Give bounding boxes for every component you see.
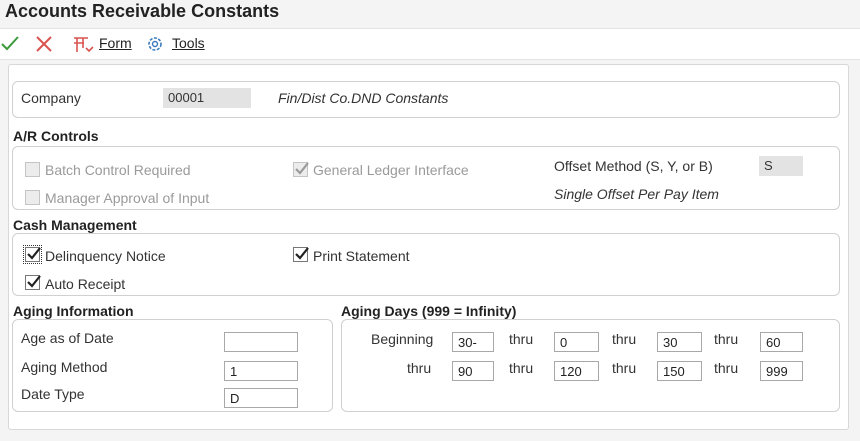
offset-method-description: Single Offset Per Pay Item [554, 186, 719, 202]
batch-control-checkbox[interactable] [25, 162, 40, 177]
form-menu-label: Form [99, 35, 132, 51]
company-box: Company 00001 Fin/Dist Co.DND Constants [12, 81, 840, 118]
ar-controls-title: A/R Controls [13, 128, 99, 144]
thru-label: thru [714, 360, 739, 376]
date-type-label: Date Type [21, 386, 85, 402]
form-menu[interactable]: Form [99, 35, 132, 51]
aging-day-4-input[interactable] [760, 332, 803, 352]
check-icon[interactable] [0, 34, 20, 54]
beginning-label: Beginning [371, 331, 434, 347]
main-panel: Company 00001 Fin/Dist Co.DND Constants … [8, 64, 849, 430]
gear-icon[interactable] [145, 34, 165, 54]
age-as-of-date-label: Age as of Date [21, 330, 114, 346]
thru-label: thru [407, 360, 432, 376]
batch-control-label: Batch Control Required [45, 162, 191, 178]
print-statement-label: Print Statement [313, 248, 410, 264]
page-title: Accounts Receivable Constants [5, 1, 280, 21]
aging-day-2-input[interactable] [554, 332, 599, 352]
aging-day-5-input[interactable] [452, 361, 494, 381]
manager-approval-label: Manager Approval of Input [45, 190, 210, 206]
aging-method-input[interactable] [224, 361, 298, 381]
aging-information-box: Age as of Date Aging Method Date Type [12, 319, 333, 412]
delinquency-notice-checkbox[interactable] [23, 245, 42, 264]
tools-menu[interactable]: Tools [172, 35, 205, 51]
offset-method-field: S [759, 156, 803, 176]
auto-receipt-checkbox[interactable] [25, 275, 41, 290]
print-statement-checkbox[interactable] [293, 247, 309, 262]
form-icon[interactable] [72, 34, 94, 54]
auto-receipt-label: Auto Receipt [45, 276, 126, 292]
aging-days-title: Aging Days (999 = Infinity) [341, 303, 517, 319]
check-mark-icon [27, 247, 41, 260]
company-field: 00001 [163, 88, 251, 108]
cash-management-box: Delinquency Notice Print Statement Auto … [12, 233, 840, 296]
thru-label: thru [509, 360, 534, 376]
check-mark-icon [295, 247, 309, 260]
cancel-icon[interactable] [34, 34, 54, 54]
aging-day-3-input[interactable] [657, 332, 702, 352]
gl-interface-checkbox[interactable] [293, 162, 309, 177]
cash-management-title: Cash Management [13, 217, 137, 233]
toolbar: Form Tools [0, 28, 860, 60]
thru-label: thru [612, 331, 637, 347]
aging-day-6-input[interactable] [554, 361, 599, 381]
aging-information-title: Aging Information [13, 303, 134, 319]
delinquency-notice-label: Delinquency Notice [45, 248, 166, 264]
aging-method-label: Aging Method [21, 359, 108, 375]
aging-day-8-input[interactable] [760, 361, 803, 381]
company-description: Fin/Dist Co.DND Constants [278, 90, 449, 106]
date-type-input[interactable] [224, 388, 298, 408]
offset-method-label: Offset Method (S, Y, or B) [554, 158, 713, 174]
manager-approval-checkbox[interactable] [25, 190, 40, 205]
check-mark-icon [27, 275, 41, 288]
tools-menu-label: Tools [172, 35, 205, 51]
thru-label: thru [714, 331, 739, 347]
title-bar: Accounts Receivable Constants [0, 0, 860, 26]
aging-day-7-input[interactable] [657, 361, 702, 381]
age-as-of-date-input[interactable] [224, 332, 298, 352]
gl-interface-label: General Ledger Interface [313, 162, 469, 178]
thru-label: thru [509, 331, 534, 347]
thru-label: thru [612, 360, 637, 376]
check-mark-icon [295, 162, 309, 175]
company-label: Company [21, 90, 81, 106]
aging-day-1-input[interactable] [452, 332, 494, 352]
ar-controls-box: Batch Control Required Manager Approval … [12, 146, 840, 210]
aging-days-box: Beginning thru thru thru thru thru thru … [341, 319, 840, 412]
